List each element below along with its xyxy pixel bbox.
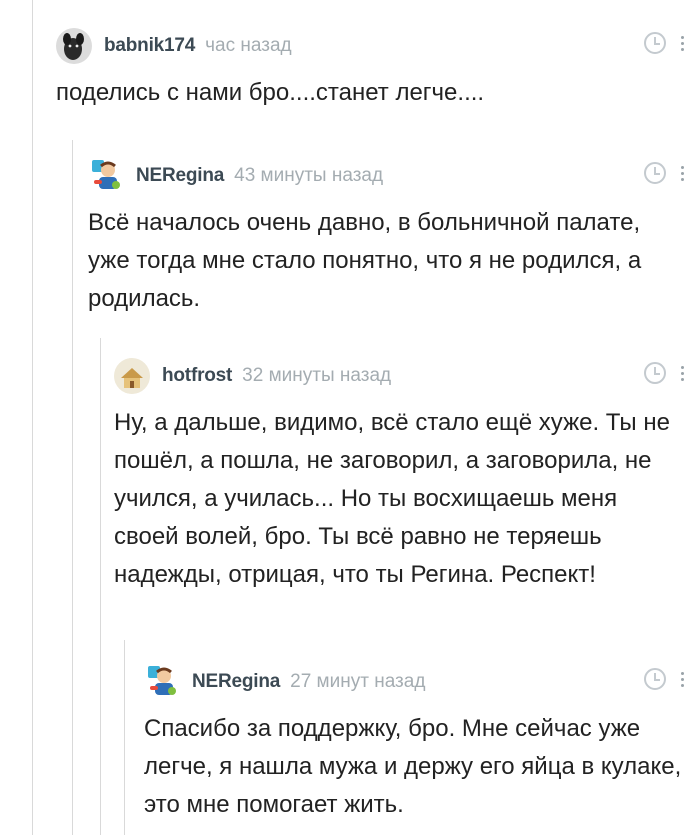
comment-time[interactable]: 32 минуты назад [242,365,391,387]
comment-header: hotfrost 32 минуты назад [114,356,700,396]
cartoon-avatar-icon [148,666,176,695]
comment-header: NERegina 27 минут назад [144,662,700,702]
comment-author[interactable]: NERegina [136,165,224,187]
dog-avatar-icon [56,28,92,64]
thread-line [124,640,125,835]
comment-text: Ну, а дальше, видимо, всё стало ещё хуже… [114,409,670,588]
comment-author[interactable]: hotfrost [162,365,232,387]
clock-icon[interactable] [644,668,666,690]
avatar[interactable] [56,28,92,64]
more-options-icon[interactable] [680,365,684,381]
house-avatar-icon [114,358,150,394]
comment-header: NERegina 43 минуты назад [88,156,700,196]
comment-actions [644,668,684,690]
clock-icon[interactable] [644,362,666,384]
comment-text: Всё началось очень давно, в больничной п… [88,209,642,312]
comment: NERegina 27 минут назад Спасибо за подде… [144,662,700,824]
comment-time[interactable]: 43 минуты назад [234,165,383,187]
comment: babnik174 час назад поделись с нами бро.… [56,26,700,112]
avatar[interactable] [114,358,150,394]
comment-actions [644,162,684,184]
more-options-icon[interactable] [680,165,684,181]
comment-author[interactable]: NERegina [192,671,280,693]
avatar[interactable] [144,664,180,700]
comment-text: Спасибо за поддержку, бро. Мне сейчас уж… [144,715,682,818]
comment-text: поделись с нами бро....станет легче.... [56,79,485,106]
avatar[interactable] [88,158,124,194]
more-options-icon[interactable] [680,35,684,51]
clock-icon[interactable] [644,32,666,54]
comment-header: babnik174 час назад [56,26,700,66]
comment-actions [644,32,684,54]
thread-line [72,140,73,835]
more-options-icon[interactable] [680,671,684,687]
comment: hotfrost 32 минуты назад Ну, а дальше, в… [114,356,700,594]
comment: NERegina 43 минуты назад Всё началось оч… [88,156,700,318]
comment-time[interactable]: час назад [205,35,291,57]
comment-actions [644,362,684,384]
comment-time[interactable]: 27 минут назад [290,671,425,693]
cartoon-avatar-icon [92,160,120,189]
clock-icon[interactable] [644,162,666,184]
thread-line [32,0,33,835]
thread-line [100,338,101,835]
comment-author[interactable]: babnik174 [104,35,195,57]
